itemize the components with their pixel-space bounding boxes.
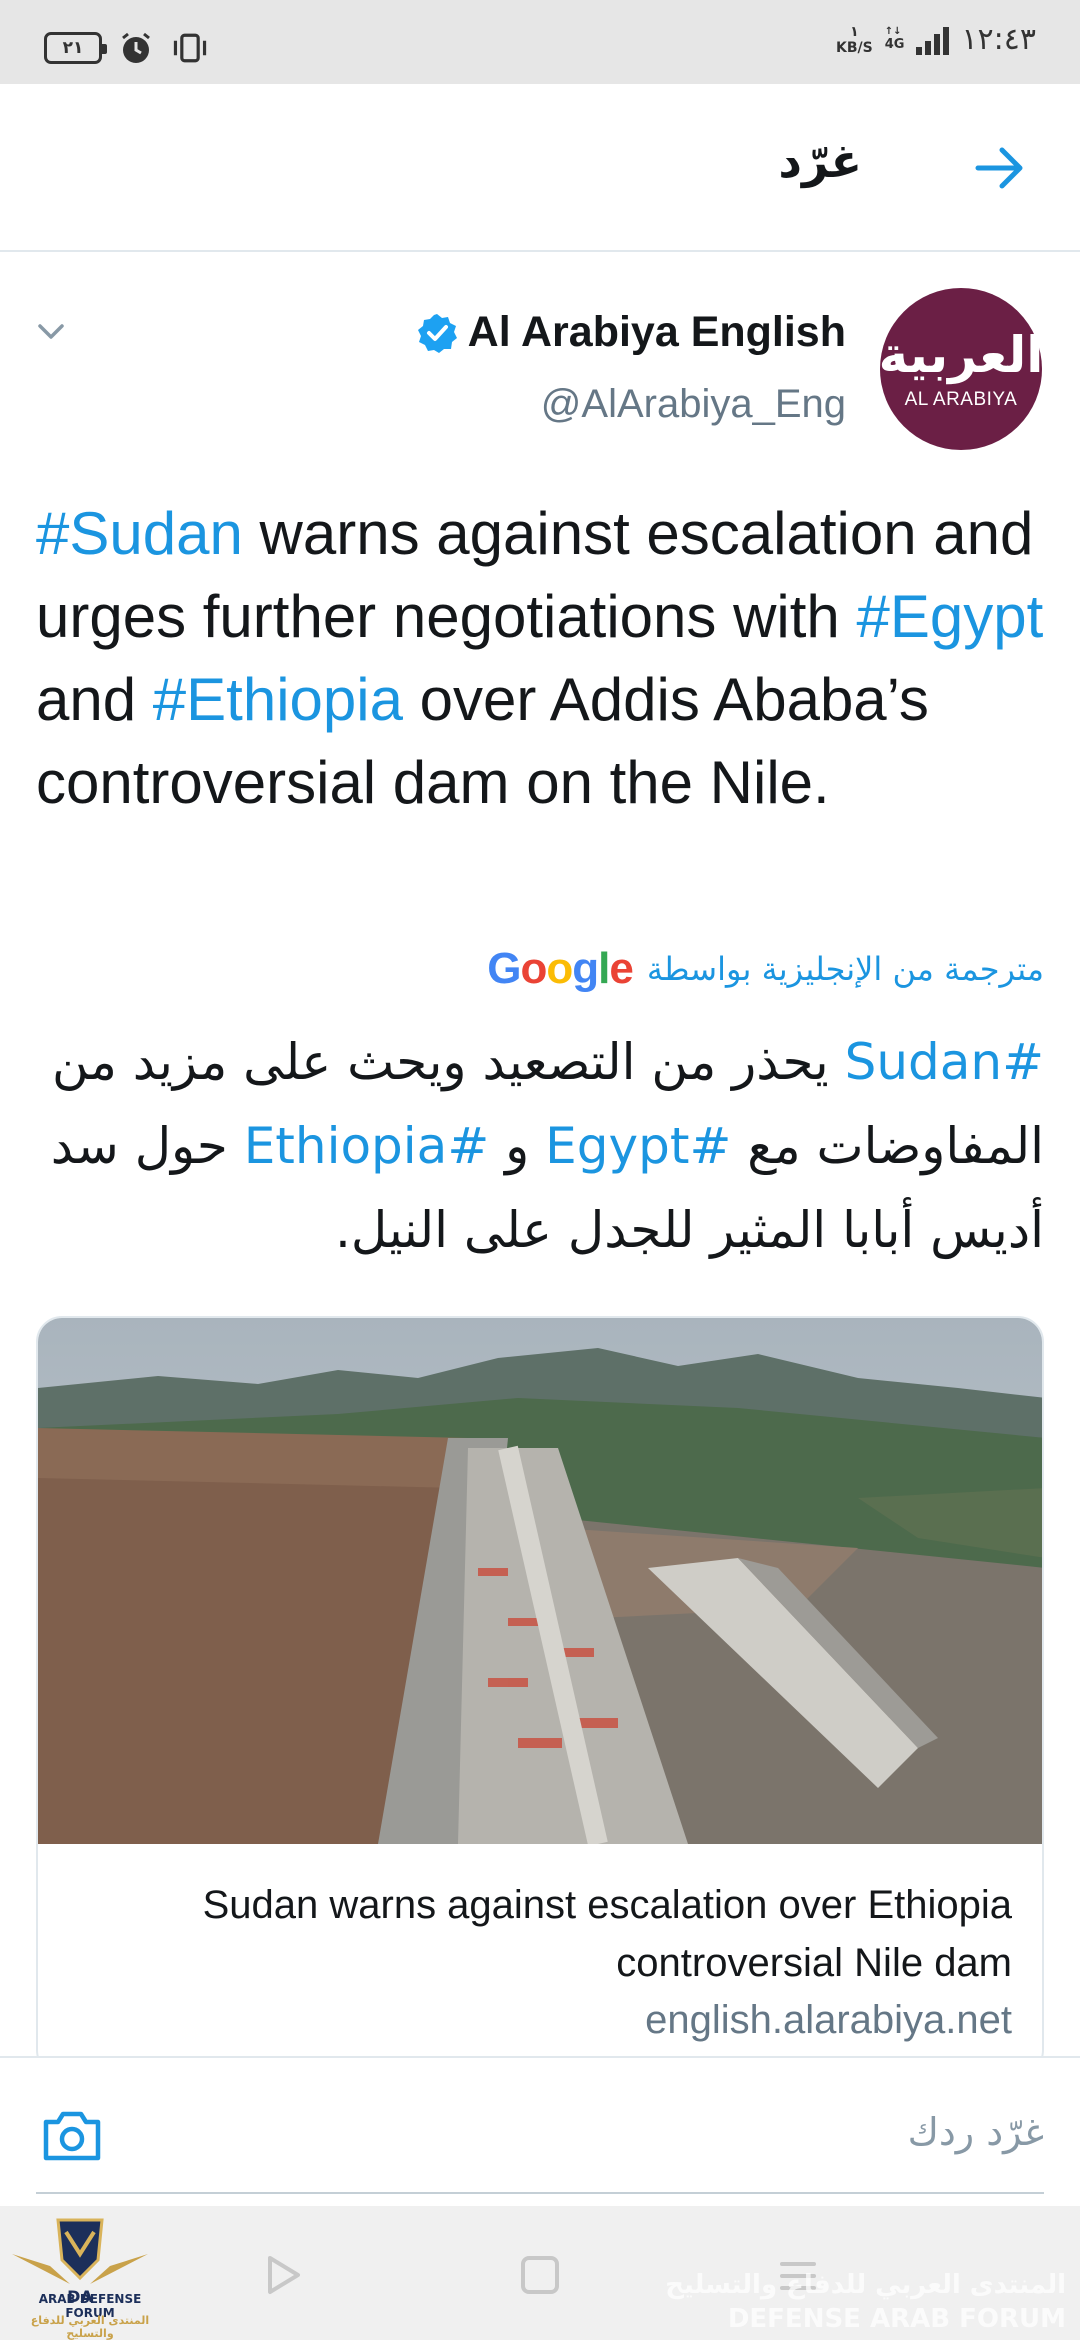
avatar-logo-english: AL ARABIYA [904,389,1018,410]
forum-watermark-arabic: المنتدى العربي للدفاع والتسليح [665,2270,1066,2300]
status-right: ١ KB/S ↑↓ 4G ١٢:٤٣ [836,22,1036,57]
user-handle: @AlArabiya_Eng [540,382,846,426]
display-name-row: Al Arabiya English [416,308,846,357]
nav-back-icon[interactable] [264,2254,304,2296]
reply-input[interactable]: غرّد ردك [908,2110,1044,2154]
network-type-label: 4G [884,37,905,52]
card-title: Sudan warns against escalation over Ethi… [202,1883,1012,1985]
compose-header: غرّد [0,84,1080,252]
display-name: Al Arabiya English [467,308,846,356]
link-card[interactable]: Sudan warns against escalation over Ethi… [36,1316,1044,2076]
hashtag-link[interactable]: #Sudan [845,1033,1044,1091]
network-speed-unit: KB/S [836,39,873,56]
battery-icon: ٢١ [44,32,107,64]
nav-home-icon[interactable] [521,2256,559,2294]
camera-icon[interactable] [40,2108,104,2164]
back-arrow-icon[interactable] [972,140,1028,196]
battery-level: ٢١ [62,38,84,58]
forum-watermark-english: DEFENSE ARAB FORUM [727,2304,1066,2334]
tweet-text: #Sudan warns against escalation and urge… [36,492,1046,824]
page-title: غرّد [778,134,862,188]
translated-text-segment: و [489,1117,546,1175]
translated-text: #Sudan يحذر من التصعيد ويحث على مزيد من … [34,1020,1044,1272]
translated-by-row[interactable]: مترجمة من الإنجليزية بواسطة Google [487,944,1044,994]
network-speed-value: ١ [850,23,859,40]
status-left: ٢١ [44,28,210,68]
alarm-icon [116,28,156,68]
tweet-text-segment: and [36,666,153,733]
status-bar: ٢١ ١ KB/S ↑↓ 4G ١٢:٤٣ [0,0,1080,84]
avatar-logo-arabic: العربية [878,326,1044,384]
hashtag-link[interactable]: #Egypt [856,583,1043,650]
vibrate-icon [170,28,210,68]
forum-watermark-logo: DA ARAB DEFENSE FORUM المنتدى العربي للد… [10,2214,150,2340]
hashtag-link[interactable]: #Ethiopia [244,1117,490,1175]
hashtag-link[interactable]: #Ethiopia [153,666,403,733]
hashtag-link[interactable]: #Egypt [545,1117,731,1175]
chevron-down-icon[interactable] [34,314,68,348]
network-speed: ١ KB/S [836,24,873,56]
data-arrows-icon: ↑↓ [884,26,902,37]
clock: ١٢:٤٣ [961,22,1036,57]
reply-bar: غرّد ردك [0,2056,1080,2206]
google-logo: Google [487,944,634,993]
reply-input-underline [36,2192,1044,2194]
translated-by-label: مترجمة من الإنجليزية بواسطة [646,950,1044,988]
verified-badge-icon [417,313,457,353]
forum-name-arabic: المنتدى العربي للدفاع والتسليح [30,2314,150,2340]
avatar[interactable]: العربية AL ARABIYA [878,288,1044,450]
forum-watermark-text: المنتدى العربي للدفاع والتسليح DEFENSE A… [665,2268,1066,2336]
card-image-dam [38,1318,1042,1844]
card-domain: english.alarabiya.net [645,1998,1012,2042]
signal-icon [916,25,950,55]
network-type: ↑↓ 4G [884,26,905,53]
hashtag-link[interactable]: #Sudan [36,500,243,567]
